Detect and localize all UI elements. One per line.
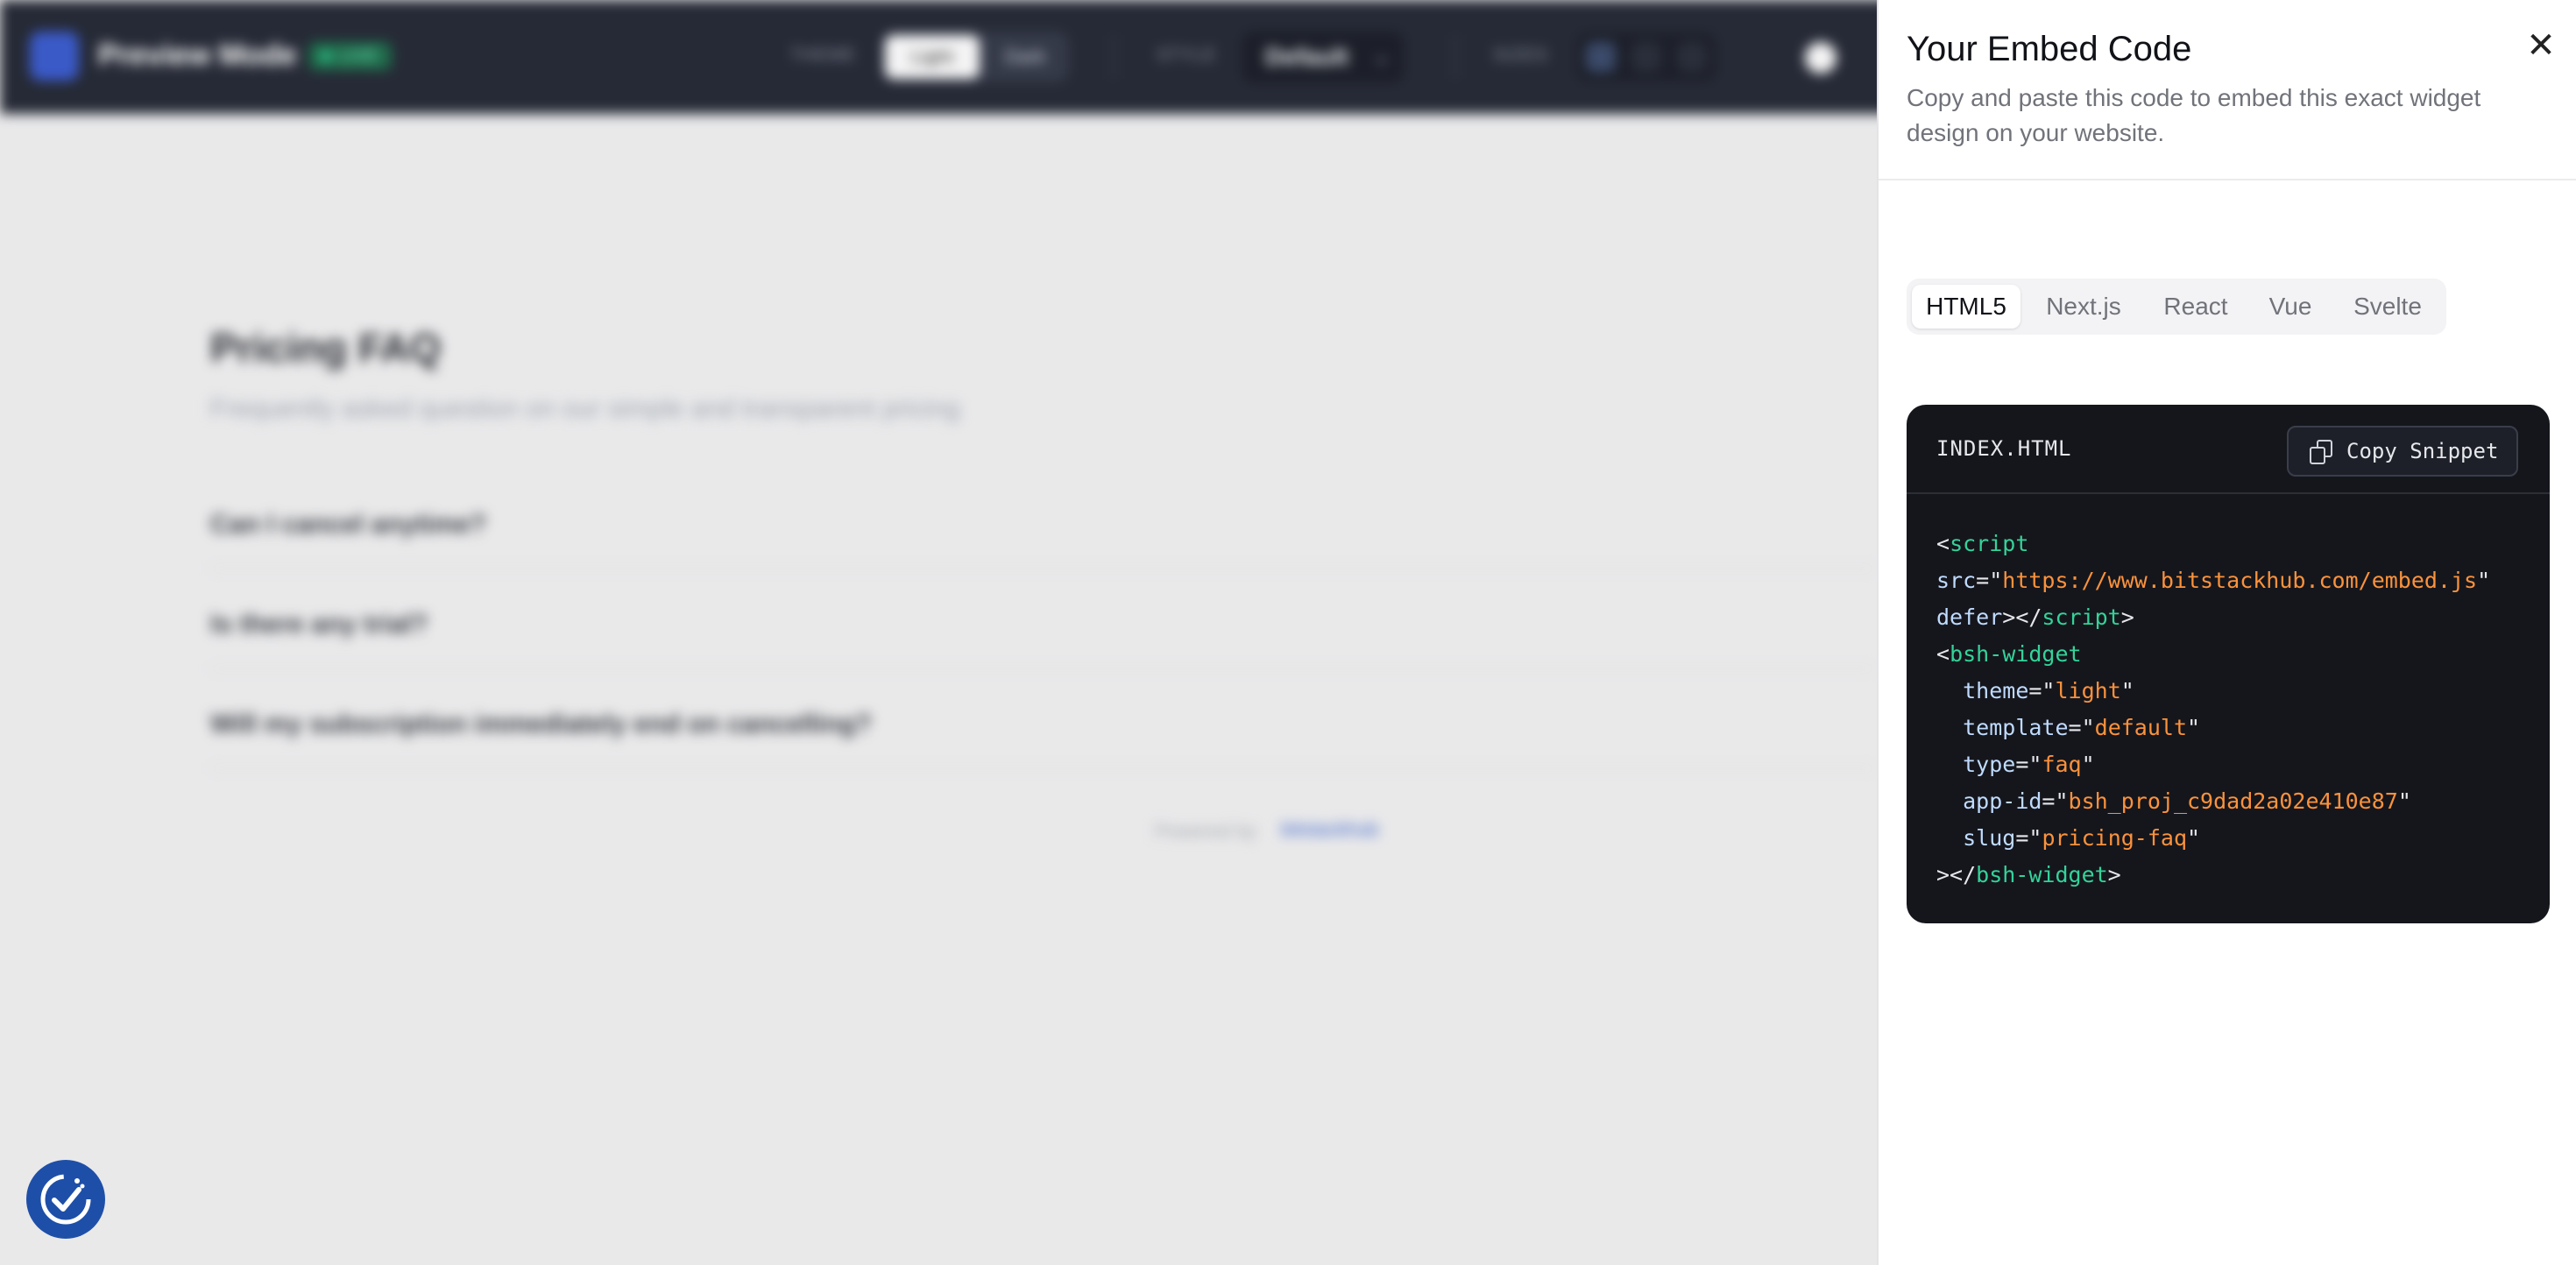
sizes-label: SIZES	[1493, 46, 1548, 65]
copy-icon	[2310, 440, 2334, 464]
drawer-title: Your Embed Code	[1907, 30, 2192, 68]
theme-dark-option[interactable]: Dark	[985, 35, 1065, 79]
theme-toggle[interactable]: Light Dark	[881, 32, 1069, 82]
style-select[interactable]: Default ⌄	[1242, 32, 1404, 82]
framework-tabs: HTML5 Next.js React Vue Svelte	[1907, 279, 2446, 335]
size-option-desktop[interactable]	[1586, 42, 1616, 72]
theme-light-option[interactable]: Light	[885, 35, 980, 79]
mode-toggle[interactable]	[1805, 42, 1836, 74]
faq-question[interactable]: Can I cancel anytime?	[210, 510, 486, 540]
copy-snippet-label: Copy Snippet	[2346, 439, 2499, 463]
powered-by-text: Powered by	[1155, 820, 1257, 842]
file-name: INDEX.HTML	[1936, 436, 2072, 461]
size-option-tablet[interactable]	[1631, 42, 1661, 72]
accessibility-button[interactable]	[26, 1160, 105, 1239]
size-selector[interactable]	[1577, 33, 1716, 81]
app-logo-icon	[30, 32, 79, 81]
tab-html5[interactable]: HTML5	[1912, 285, 2020, 329]
tab-vue[interactable]: Vue	[2250, 285, 2331, 329]
faq-divider	[210, 568, 1875, 569]
faq-title: Pricing FAQ	[210, 325, 442, 371]
tab-nextjs[interactable]: Next.js	[2026, 285, 2141, 329]
faq-question[interactable]: Is there any trial?	[210, 610, 428, 640]
code-header: INDEX.HTML Copy Snippet	[1907, 405, 2550, 494]
style-value: Default	[1265, 43, 1348, 70]
copy-snippet-button[interactable]: Copy Snippet	[2287, 426, 2518, 477]
accessibility-check-icon	[40, 1174, 91, 1225]
style-label: STYLE	[1157, 46, 1217, 65]
code-block: INDEX.HTML Copy Snippet <script src="htt…	[1907, 405, 2550, 923]
close-icon[interactable]: ✕	[2520, 25, 2562, 67]
faq-question[interactable]: Will my subscription immediately end on …	[210, 710, 872, 739]
powered-by-brand[interactable]: bitstackhub	[1281, 818, 1378, 841]
embed-code-drawer: Your Embed Code Copy and paste this code…	[1877, 0, 2576, 1265]
app-title: Preview Mode	[98, 39, 297, 72]
embed-code-snippet[interactable]: <script src="https://www.bitstackhub.com…	[1936, 526, 2490, 894]
size-option-mobile[interactable]	[1677, 42, 1707, 72]
tab-svelte[interactable]: Svelte	[2334, 285, 2441, 329]
toolbar-divider	[1113, 35, 1115, 79]
faq-divider	[210, 668, 1875, 669]
drawer-divider	[1879, 179, 2576, 180]
drawer-subtitle: Copy and paste this code to embed this e…	[1907, 84, 2481, 146]
toolbar-divider	[1454, 35, 1456, 79]
live-badge: LIVE	[308, 42, 393, 70]
chevron-down-icon: ⌄	[1373, 46, 1390, 67]
tab-react[interactable]: React	[2145, 285, 2247, 329]
theme-label: THEME	[790, 46, 856, 65]
faq-divider	[210, 767, 1875, 769]
faq-subtitle: Frequently asked question on our simple …	[210, 394, 960, 423]
